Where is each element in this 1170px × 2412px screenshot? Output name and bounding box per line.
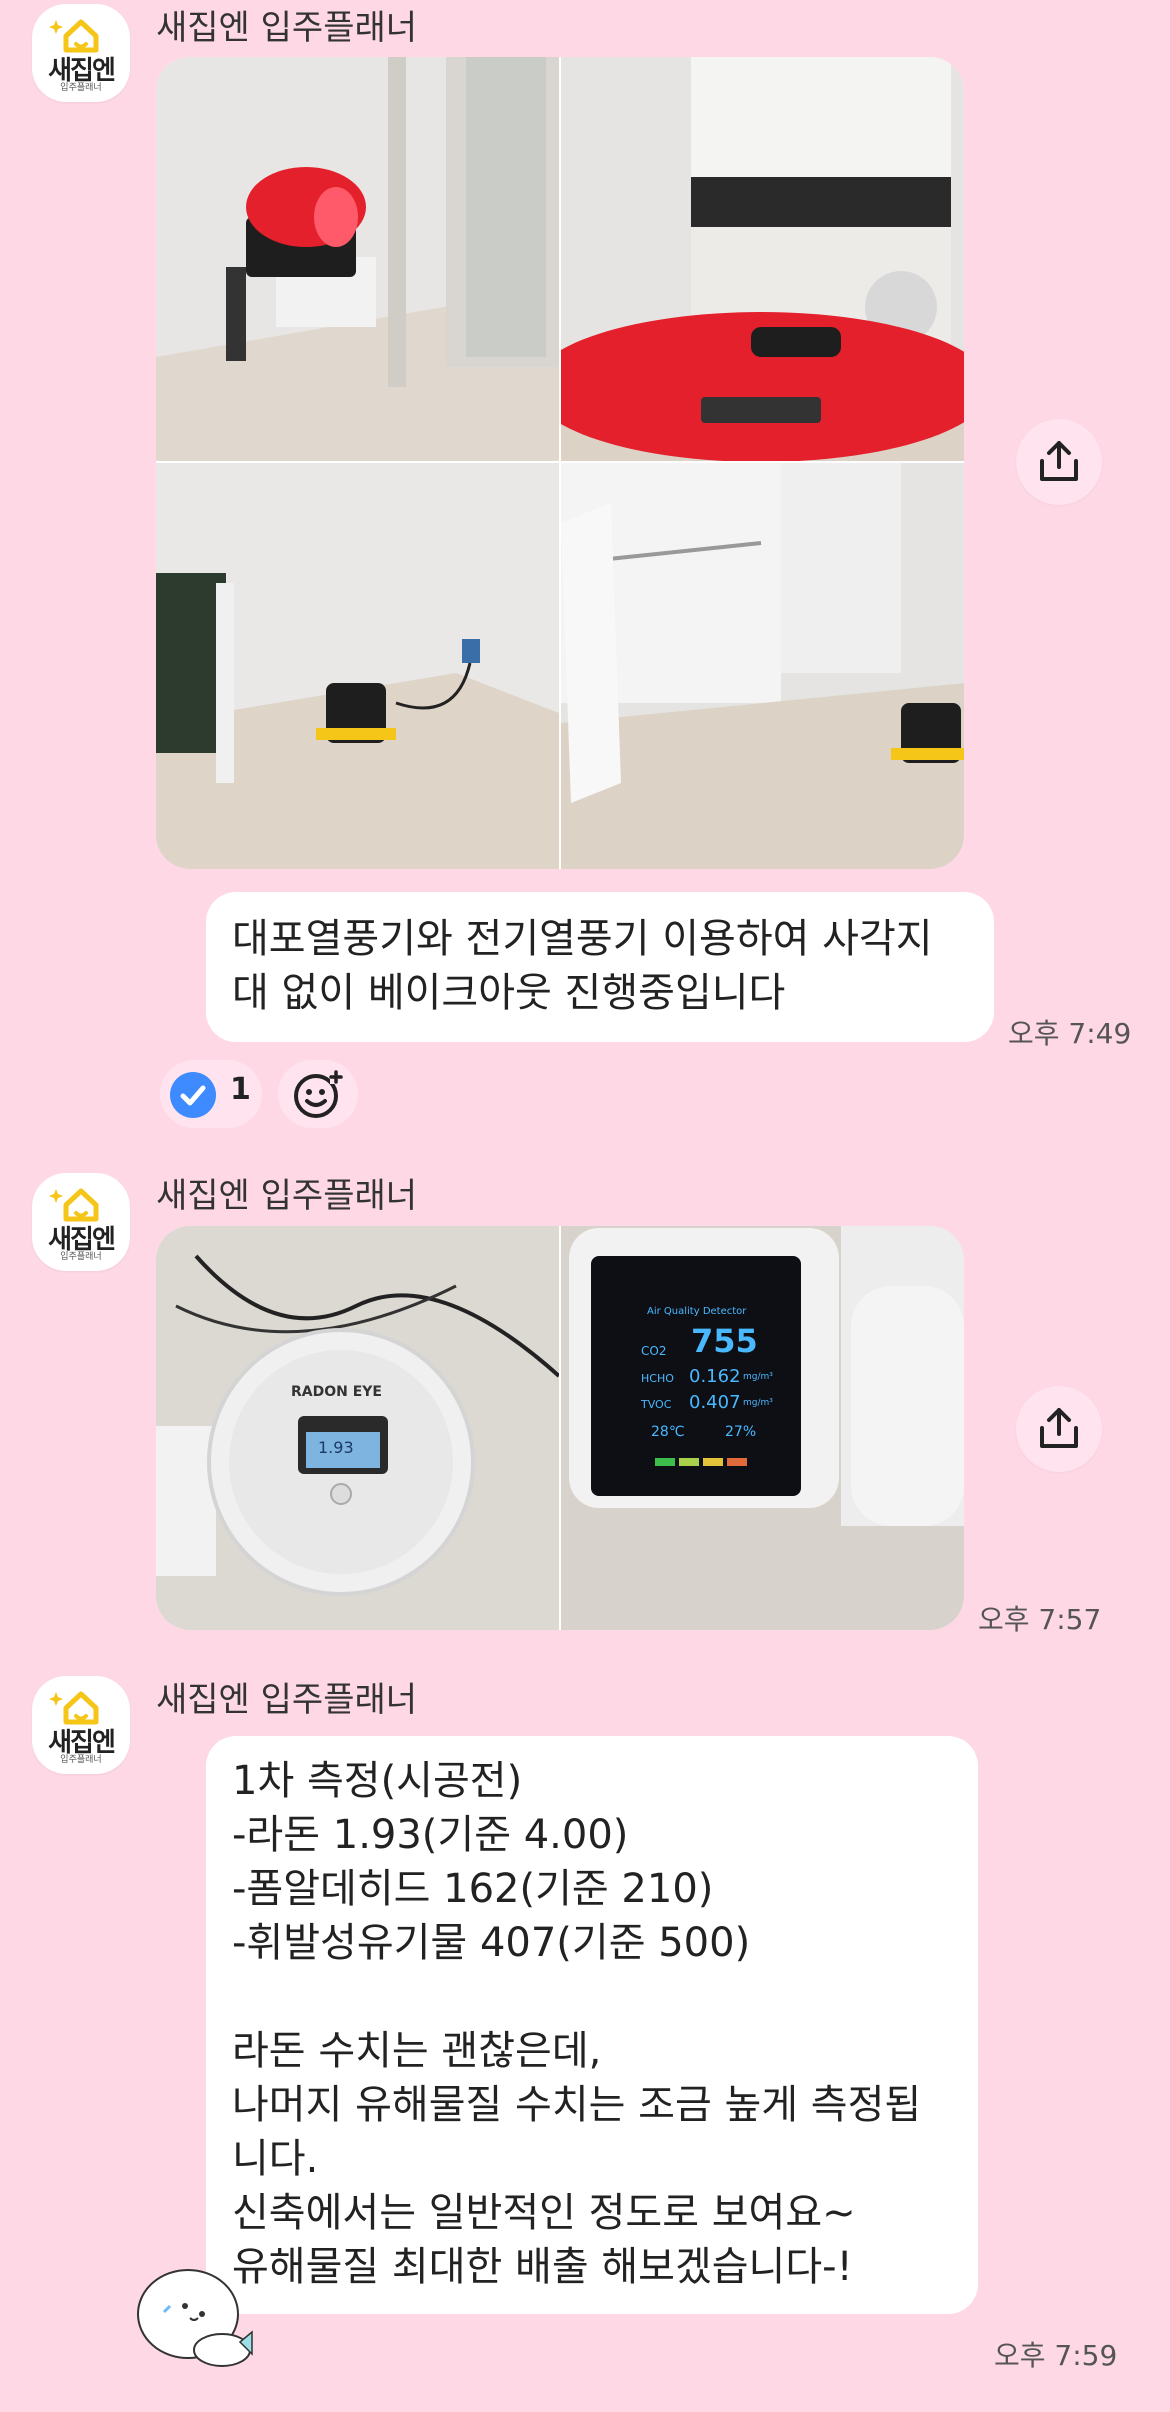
message-time: 오후 7:59 [994,2339,1118,2372]
message-line: 1차 측정(시공전) [232,1758,523,1804]
message-line: 대포열풍기와 전기열풍기 이용하여 사각지 [232,916,933,962]
radon-eye-label: RADON EYE [291,1384,382,1400]
photo-air-quality-detector[interactable]: Air Quality Detector CO2 755 HCHO 0.162 … [561,1226,964,1630]
detector-tvoc-label: TVOC [641,1398,672,1411]
sender-avatar[interactable]: 새집엔 입주플래너 [32,1676,130,1774]
message-time: 오후 7:49 [1008,1017,1132,1050]
detector-hcho-label: HCHO [641,1372,674,1385]
detector-tvoc-value: 0.407 [689,1392,741,1413]
avatar-logo-subtext: 입주플래너 [60,83,102,93]
sender-avatar[interactable]: 새집엔 입주플래너 [32,4,130,102]
reaction-check-badge[interactable]: 1 [160,1060,262,1128]
detector-unit: mg/m³ [743,1398,773,1408]
avatar-logo-subtext: 입주플래너 [60,1252,102,1262]
photo-electric-heater-closet[interactable] [561,463,964,869]
photo-heater-room[interactable] [156,57,559,461]
share-icon [1040,441,1078,481]
photo-electric-heater-corner[interactable] [156,463,559,869]
detector-title: Air Quality Detector [647,1306,747,1317]
house-logo-icon [49,1188,99,1222]
sticker-seal-icon[interactable] [130,2262,260,2376]
share-button[interactable] [1016,1386,1102,1472]
message-line: 라돈 수치는 괜찮은데, [232,2028,602,2074]
message-line: -폼알데히드 162(기준 210) [232,1866,714,1912]
sender-name: 새집엔 입주플래너 [156,1680,418,1720]
share-button[interactable] [1016,419,1102,505]
check-icon [170,1072,216,1118]
message-line: -라돈 1.93(기준 4.00) [232,1812,629,1858]
add-emoji-icon [294,1070,344,1118]
message-line: 대 없이 베이크아웃 진행중입니다 [232,970,786,1016]
message-line: 유해물질 최대한 배출 해보겠습니다-! [232,2244,853,2290]
message-time: 오후 7:57 [978,1603,1102,1636]
detector-co2-value: 755 [691,1322,758,1360]
message-line: -휘발성유기물 407(기준 500) [232,1920,751,1966]
message-bubble[interactable]: 1차 측정(시공전) -라돈 1.93(기준 4.00) -폼알데히드 162(… [206,1736,978,2314]
sender-name: 새집엔 입주플래너 [156,8,418,48]
house-logo-icon [49,19,99,53]
radon-eye-value: 1.93 [318,1438,354,1457]
sender-avatar[interactable]: 새집엔 입주플래너 [32,1173,130,1271]
detector-hcho-value: 0.162 [689,1366,741,1387]
message-line: 니다. [232,2136,319,2182]
detector-temp: 28℃ [651,1424,685,1440]
add-reaction-button[interactable] [278,1060,358,1128]
message-line: 신축에서는 일반적인 정도로 보여요~ [232,2190,856,2236]
house-logo-icon [49,1691,99,1725]
photo-radon-eye[interactable]: RADON EYE 1.93 [156,1226,559,1630]
photo-grid-2: RADON EYE 1.93 Air Quality Detector CO2 … [156,1226,964,1630]
message-line: 나머지 유해물질 수치는 조금 높게 측정됩 [232,2082,922,2128]
detector-unit: mg/m³ [743,1372,773,1382]
detector-humidity: 27% [725,1424,757,1440]
photo-heater-kitchen[interactable] [561,57,964,461]
message-line-blank [232,1970,952,2024]
sender-name: 새집엔 입주플래너 [156,1176,418,1216]
avatar-logo-subtext: 입주플래너 [60,1755,102,1765]
message-bubble[interactable]: 대포열풍기와 전기열풍기 이용하여 사각지 대 없이 베이크아웃 진행중입니다 [206,892,994,1042]
detector-co2-label: CO2 [641,1344,667,1358]
photo-grid-4 [156,57,964,869]
share-icon [1040,1408,1078,1448]
reaction-count: 1 [230,1072,251,1107]
